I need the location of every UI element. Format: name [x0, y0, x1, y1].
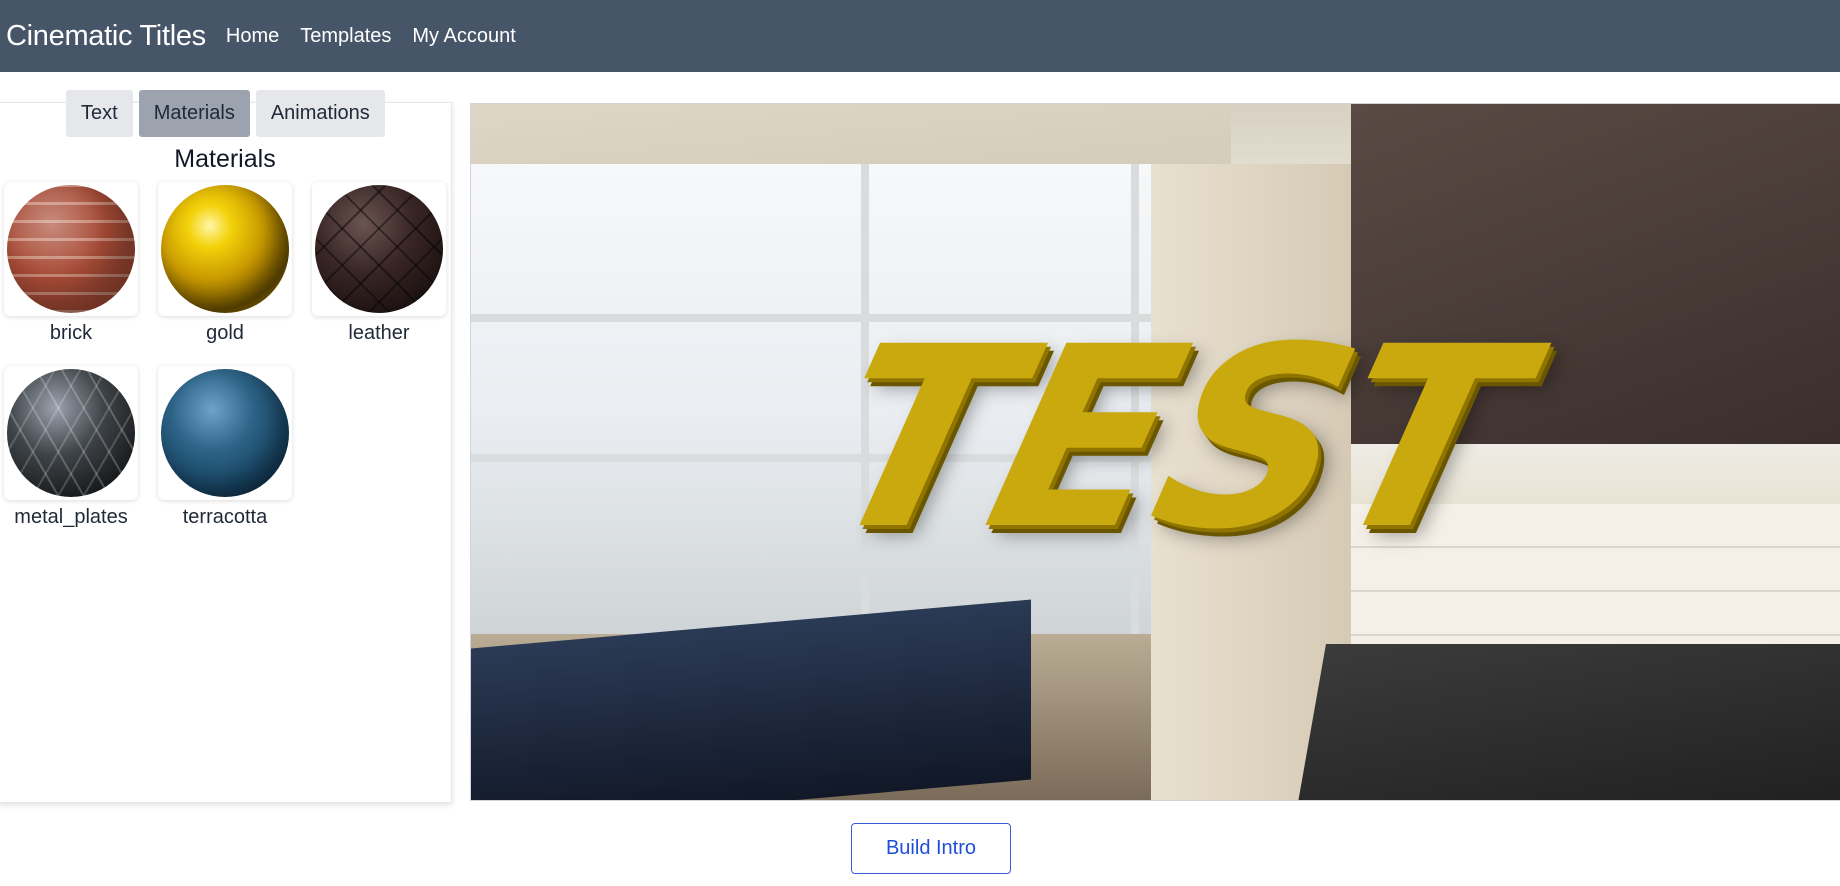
- material-label: terracotta: [182, 506, 268, 528]
- material-thumbnail[interactable]: [158, 182, 292, 316]
- preview-3d-title-text: TEST: [800, 293, 1542, 584]
- terracotta-sphere-icon: [161, 369, 289, 497]
- material-item-brick[interactable]: brick: [4, 182, 138, 345]
- panel-title: Materials: [174, 145, 276, 173]
- material-thumbnail[interactable]: [312, 182, 446, 316]
- material-thumbnail[interactable]: [4, 182, 138, 316]
- material-item-terracotta[interactable]: terracotta: [158, 366, 292, 529]
- title-preview-canvas[interactable]: TEST: [470, 103, 1840, 801]
- panel-tabs: Text Materials Animations: [66, 90, 385, 137]
- material-item-leather[interactable]: leather: [312, 182, 446, 345]
- material-thumbnail[interactable]: [4, 366, 138, 500]
- material-label: brick: [49, 322, 93, 344]
- material-thumbnail[interactable]: [158, 366, 292, 500]
- nav-link-templates[interactable]: Templates: [300, 25, 391, 48]
- gold-sphere-icon: [161, 185, 289, 313]
- metal-plates-sphere-icon: [7, 369, 135, 497]
- brick-sphere-icon: [7, 185, 135, 313]
- nav-link-my-account[interactable]: My Account: [412, 25, 515, 48]
- material-label: leather: [348, 322, 410, 344]
- material-item-metal-plates[interactable]: metal_plates: [4, 366, 138, 529]
- tab-animations[interactable]: Animations: [255, 90, 385, 137]
- tab-materials[interactable]: Materials: [138, 90, 250, 137]
- material-label: metal_plates: [14, 506, 128, 528]
- brand-logo[interactable]: Cinematic Titles: [6, 20, 206, 53]
- background-counter: [1296, 644, 1840, 800]
- material-label: gold: [206, 322, 244, 344]
- leather-sphere-icon: [315, 185, 443, 313]
- material-item-gold[interactable]: gold: [158, 182, 292, 345]
- tab-text[interactable]: Text: [66, 90, 133, 137]
- top-navbar: Cinematic Titles Home Templates My Accou…: [0, 0, 1840, 72]
- nav-link-home[interactable]: Home: [226, 25, 279, 48]
- build-intro-button[interactable]: Build Intro: [851, 823, 1011, 874]
